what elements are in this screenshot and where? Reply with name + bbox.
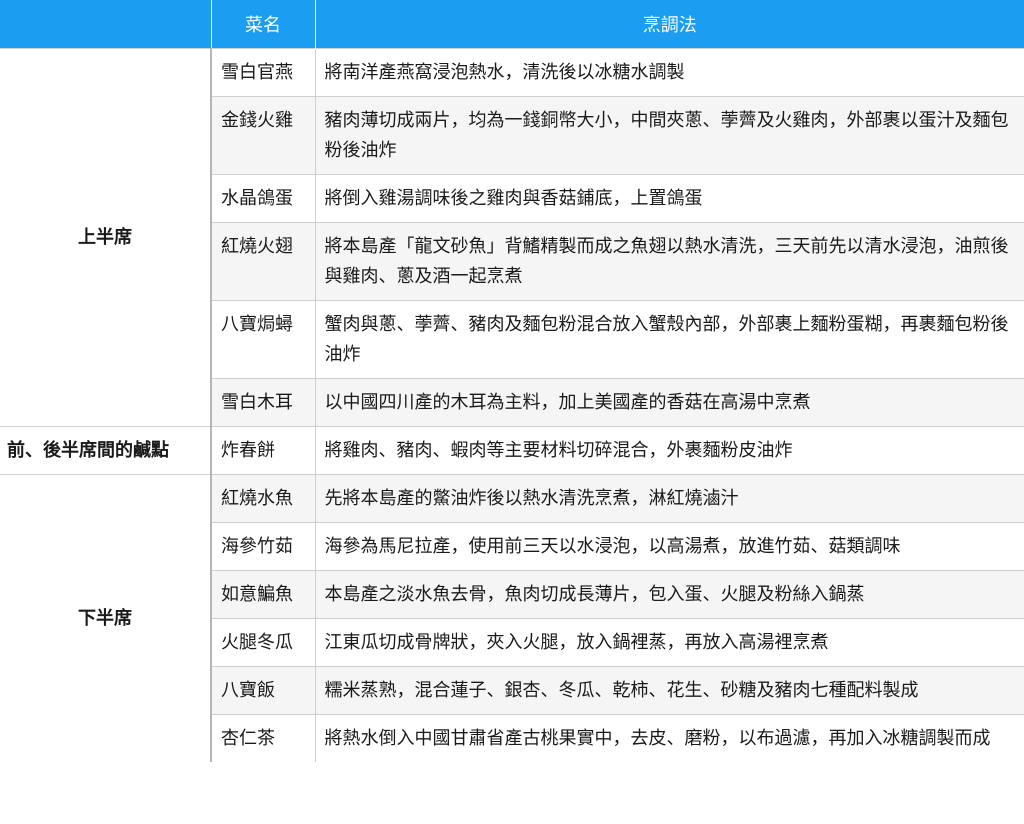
section-second-half: 下半席: [0, 474, 212, 762]
cooking-method: 海參為馬尼拉產，使用前三天以水浸泡，以高湯煮，放進竹茹、菇類調味: [314, 522, 1024, 571]
section-snack: 前、後半席間的鹹點: [0, 426, 212, 475]
dish-name: 海參竹茹: [211, 522, 315, 571]
dish-name: 如意鯿魚: [211, 570, 315, 619]
cooking-method: 先將本島產的鱉油炸後以熱水清洗烹煮，淋紅燒滷汁: [314, 474, 1024, 523]
table-row: 下半席 紅燒水魚 先將本島產的鱉油炸後以熱水清洗烹煮，淋紅燒滷汁: [0, 474, 1024, 762]
header-dish-name: 菜名: [210, 0, 315, 49]
dish-name: 八寶焗蟳: [211, 300, 315, 379]
cooking-method: 本島產之淡水魚去骨，魚肉切成長薄片，包入蛋、火腿及粉絲入鍋蒸: [314, 570, 1024, 619]
cooking-method: 糯米蒸熟，混合蓮子、銀杏、冬瓜、乾柿、花生、砂糖及豬肉七種配料製成: [314, 666, 1024, 715]
cooking-method: 將本島產「龍文砂魚」背鰭精製而成之魚翅以熱水清洗，三天前先以清水浸泡，油煎後與雞…: [314, 222, 1024, 301]
table-row: 上半席 雪白官燕 將南洋產燕窩浸泡熱水，清洗後以冰糖水調製: [0, 48, 1024, 427]
header-row: 菜名 烹調法: [0, 0, 1024, 49]
dish-name: 炸春餅: [211, 426, 315, 475]
dish-name: 雪白木耳: [211, 378, 315, 427]
cooking-method: 蟹肉與蔥、荸薺、豬肉及麵包粉混合放入蟹殼內部，外部裹上麵粉蛋糊，再裹麵包粉後油炸: [314, 300, 1024, 379]
dish-name: 紅燒水魚: [211, 474, 315, 523]
cooking-method: 將熱水倒入中國甘肅省產古桃果實中，去皮、磨粉，以布過濾，再加入冰糖調製而成: [314, 714, 1024, 762]
dish-name: 水晶鴿蛋: [211, 174, 315, 223]
cooking-method: 將雞肉、豬肉、蝦肉等主要材料切碎混合，外裹麵粉皮油炸: [314, 426, 1024, 475]
section-first-half: 上半席: [0, 48, 212, 427]
table-row: 前、後半席間的鹹點 炸春餅 將雞肉、豬肉、蝦肉等主要材料切碎混合，外裹麵粉皮油炸: [0, 426, 1024, 475]
banquet-menu-table: 菜名 烹調法 上半席 雪白官燕 將南洋產燕窩浸泡熱水，清洗後以冰糖水調製 金錢火…: [0, 0, 1024, 762]
header-section: [0, 0, 211, 49]
cooking-method: 豬肉薄切成兩片，均為一錢銅幣大小，中間夾蔥、荸薺及火雞肉，外部裹以蛋汁及麵包粉後…: [314, 96, 1024, 175]
dish-name: 八寶飯: [211, 666, 315, 715]
cooking-method: 將倒入雞湯調味後之雞肉與香菇鋪底，上置鴿蛋: [314, 174, 1024, 223]
dish-name: 金錢火雞: [211, 96, 315, 175]
header-cooking-method: 烹調法: [314, 0, 1024, 49]
cooking-method: 將南洋產燕窩浸泡熱水，清洗後以冰糖水調製: [314, 48, 1024, 97]
cooking-method: 江東瓜切成骨牌狀，夾入火腿，放入鍋裡蒸，再放入高湯裡烹煮: [314, 618, 1024, 667]
dish-name: 紅燒火翅: [211, 222, 315, 301]
dish-name: 火腿冬瓜: [211, 618, 315, 667]
dish-name: 杏仁茶: [211, 714, 315, 762]
cooking-method: 以中國四川產的木耳為主料，加上美國產的香菇在高湯中烹煮: [314, 378, 1024, 427]
dish-name: 雪白官燕: [211, 48, 315, 97]
